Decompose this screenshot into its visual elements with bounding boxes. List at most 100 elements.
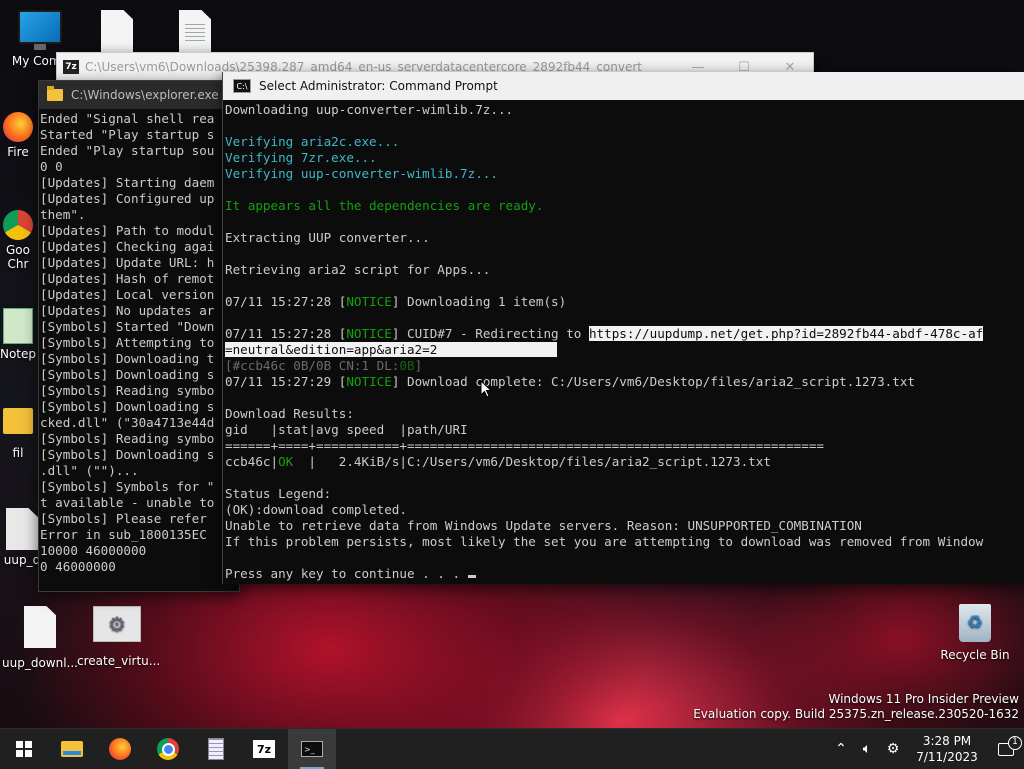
taskbar-file-explorer[interactable] bbox=[48, 729, 96, 769]
console-line: [Updates] Path to modul bbox=[40, 223, 215, 238]
desktop-icon-recycle-bin[interactable]: ♻ Recycle Bin bbox=[935, 604, 1015, 662]
console-text: ] Downloading 1 item(s) bbox=[391, 294, 567, 309]
notification-center-button[interactable]: 1 bbox=[988, 735, 1024, 756]
console-line: [Symbols] Started "Down bbox=[40, 319, 215, 334]
console-line: ======+====+===========+================… bbox=[225, 438, 824, 453]
console-line: If this problem persists, most likely th… bbox=[225, 534, 984, 549]
console-line: (OK):download completed. bbox=[225, 502, 407, 517]
console-line: Retrieving aria2 script for Apps... bbox=[225, 262, 491, 277]
console-line: =neutral&edition=app&aria2=2 bbox=[225, 342, 1024, 358]
console-text: | 2.4KiB/s|C:/Users/vm6/Desktop/files/ar… bbox=[293, 454, 771, 469]
console-line: Unable to retrieve data from Windows Upd… bbox=[225, 518, 862, 533]
start-button[interactable] bbox=[0, 729, 48, 769]
desktop-icon-label: uup_downl... bbox=[2, 656, 78, 670]
taskbar-notepad[interactable] bbox=[192, 729, 240, 769]
cmd-icon: >_ bbox=[301, 741, 323, 757]
file-icon bbox=[101, 10, 133, 52]
folder-icon bbox=[47, 86, 63, 101]
console-line: Download Results: bbox=[225, 406, 354, 421]
folder-icon bbox=[3, 408, 33, 434]
console-line: [Symbols] Downloading s bbox=[40, 367, 215, 382]
desktop-icon-label: Recycle Bin bbox=[940, 648, 1010, 662]
gear-file-icon: ⚙ bbox=[93, 606, 141, 642]
console-line: Error in sub_1800135EC bbox=[40, 527, 207, 542]
clock[interactable]: 3:28 PM 7/11/2023 bbox=[906, 733, 988, 765]
chevron-up-icon[interactable]: ⌃ bbox=[828, 741, 854, 757]
console-line: [Updates] Update URL: h bbox=[40, 255, 215, 270]
notification-badge: 1 bbox=[1008, 735, 1022, 750]
console-line: 10000 46000000 bbox=[40, 543, 147, 558]
taskbar-chrome[interactable] bbox=[144, 729, 192, 769]
console-text: ] CUID#7 - Redirecting to bbox=[391, 326, 589, 341]
folder-icon bbox=[61, 741, 83, 757]
gear-icon[interactable]: ⚙ bbox=[880, 741, 906, 757]
command-prompt-window[interactable]: C:\ Select Administrator: Command Prompt… bbox=[222, 72, 1024, 584]
console-line: Extracting UUP converter... bbox=[225, 230, 430, 245]
clock-time: 3:28 PM bbox=[922, 734, 972, 748]
console-line: 07/11 15:27:29 [NOTICE] Download complet… bbox=[225, 374, 1024, 390]
desktop-icon-uup-download[interactable]: uup_downl... bbox=[0, 606, 80, 670]
windows-logo-icon bbox=[16, 741, 32, 757]
desktop-icon-file-2[interactable] bbox=[155, 10, 235, 55]
windows-watermark: Windows 11 Pro Insider Preview Evaluatio… bbox=[693, 692, 1019, 722]
console-line: them". bbox=[40, 207, 86, 222]
taskbar-firefox[interactable] bbox=[96, 729, 144, 769]
explorer-console-window[interactable]: C:\Windows\explorer.exe Ended "Signal sh… bbox=[38, 80, 240, 592]
console-line: t available - unable to bbox=[40, 495, 215, 510]
console-line: Downloading uup-converter-wimlib.7z... bbox=[225, 102, 514, 117]
console-line: Verifying aria2c.exe... bbox=[225, 134, 400, 149]
watermark-line: Windows 11 Pro Insider Preview bbox=[828, 692, 1019, 706]
7zip-icon: 7z bbox=[63, 60, 79, 74]
download-speed: 0B bbox=[399, 358, 415, 373]
cmd-console-output[interactable]: Downloading uup-converter-wimlib.7z... V… bbox=[223, 100, 1024, 586]
console-line: [Symbols] Reading symbo bbox=[40, 383, 215, 398]
console-line: [Updates] Local version bbox=[40, 287, 215, 302]
clock-date: 7/11/2023 bbox=[916, 750, 978, 764]
console-line: gid |stat|avg speed |path/URI bbox=[225, 422, 468, 437]
console-line: Verifying uup-converter-wimlib.7z... bbox=[225, 166, 498, 181]
console-line: [Updates] Checking agai bbox=[40, 239, 215, 254]
file-icon bbox=[24, 606, 56, 648]
desktop-icon-file-1[interactable] bbox=[77, 10, 157, 55]
7zip-icon: 7z bbox=[253, 740, 275, 758]
console-line: Ended "Play startup sou bbox=[40, 143, 215, 158]
taskbar-command-prompt[interactable]: >_ bbox=[288, 729, 336, 769]
console-text: ] bbox=[414, 358, 423, 373]
notepad-icon bbox=[3, 308, 33, 344]
notice-tag: NOTICE bbox=[346, 326, 392, 341]
notice-tag: NOTICE bbox=[346, 294, 392, 309]
console-line: Ended "Signal shell rea bbox=[40, 111, 215, 126]
console-line: .dll" ("")... bbox=[40, 463, 139, 478]
monitor-icon bbox=[18, 10, 62, 50]
desktop-icon-create-virtual[interactable]: ⚙ create_virtu... bbox=[77, 606, 160, 668]
speaker-icon[interactable]: 🔈︎ bbox=[854, 741, 880, 757]
explorer-console-output: Ended "Signal shell rea Started "Play sta… bbox=[39, 109, 238, 575]
console-line: [Updates] No updates ar bbox=[40, 303, 215, 318]
taskbar: 7z >_ ⌃ 🔈︎ ⚙ 3:28 PM 7/11/2023 1 bbox=[0, 728, 1024, 769]
console-line: [Symbols] Downloading s bbox=[40, 399, 215, 414]
system-tray: ⌃ 🔈︎ ⚙ 3:28 PM 7/11/2023 1 bbox=[828, 729, 1024, 769]
console-text: [#ccb46c 0B/0B CN:1 DL: bbox=[225, 358, 400, 373]
recycle-bin-icon: ♻ bbox=[959, 604, 991, 642]
console-text: ] Download complete: C:/Users/vm6/Deskto… bbox=[391, 374, 915, 389]
mouse-pointer-icon bbox=[480, 380, 492, 398]
console-line: [Updates] Configured up bbox=[40, 191, 215, 206]
console-line: [Updates] Hash of remot bbox=[40, 271, 215, 286]
console-line: Status Legend: bbox=[225, 486, 332, 501]
console-text: ccb46c| bbox=[225, 454, 279, 469]
text-file-icon bbox=[179, 10, 211, 52]
console-line: [Symbols] Please refer bbox=[40, 511, 207, 526]
script-file-icon bbox=[6, 508, 38, 550]
taskbar-7zip[interactable]: 7z bbox=[240, 729, 288, 769]
cmd-window-titlebar[interactable]: C:\ Select Administrator: Command Prompt bbox=[223, 72, 1024, 100]
timestamp: 07/11 15:27:28 [ bbox=[225, 326, 347, 341]
console-line: [Symbols] Attempting to bbox=[40, 335, 215, 350]
selected-url[interactable]: https://uupdump.net/get.php?id=2892fb44-… bbox=[588, 326, 984, 341]
notepad-icon bbox=[208, 738, 224, 760]
explorer-window-titlebar[interactable]: C:\Windows\explorer.exe bbox=[39, 81, 239, 109]
console-line: Press any key to continue . . . bbox=[225, 566, 1024, 582]
console-line: 07/11 15:27:28 [NOTICE] CUID#7 - Redirec… bbox=[225, 326, 1024, 342]
console-line: cked.dll" ("30a4713e44d bbox=[40, 415, 215, 430]
selected-url[interactable]: =neutral&edition=app&aria2=2 bbox=[225, 342, 558, 357]
console-line: [Updates] Starting daem bbox=[40, 175, 215, 190]
